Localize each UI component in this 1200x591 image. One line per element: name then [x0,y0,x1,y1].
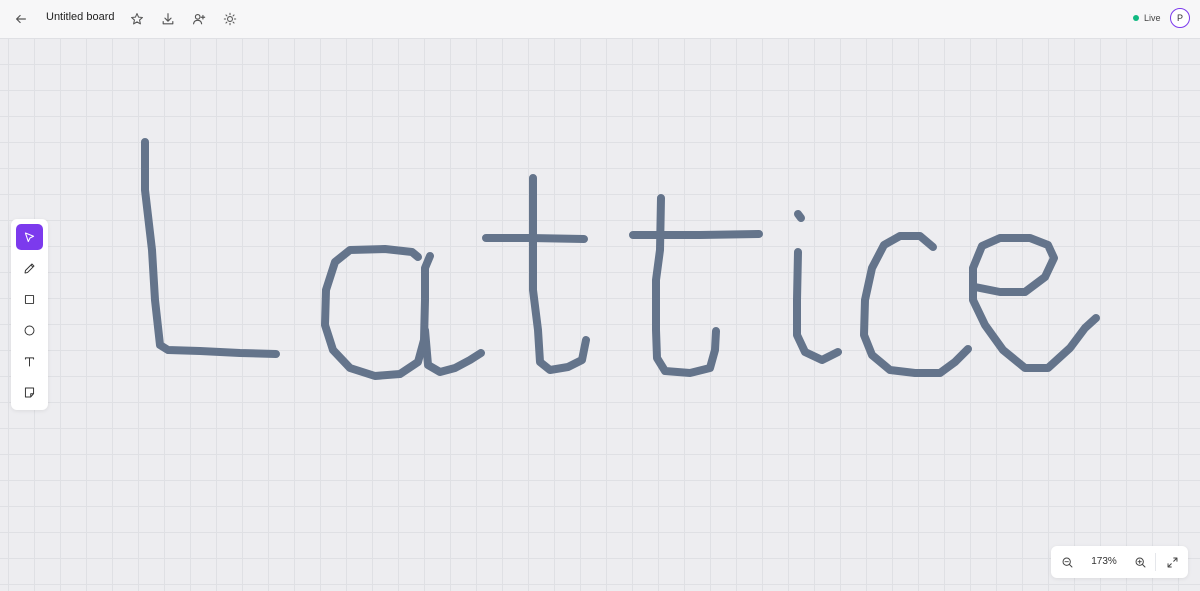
zoom-out-icon [1062,557,1072,567]
freehand-drawing[interactable] [0,0,1200,591]
fit-to-screen-button[interactable] [1163,553,1181,571]
board-title[interactable]: Untitled board [46,11,115,23]
square-icon [24,294,35,304]
stroke-letter-l [141,138,280,358]
favorite-button[interactable] [127,9,147,29]
download-button[interactable] [158,9,178,29]
theme-sun-icon [223,12,237,26]
back-button[interactable] [11,9,31,29]
theme-toggle-button[interactable] [220,9,240,29]
ellipse-tool-button[interactable] [16,317,43,343]
sticky-note-tool-button[interactable] [16,379,43,405]
star-icon [131,13,143,25]
stroke-letter-a-tail [421,326,485,376]
rectangle-tool-button[interactable] [16,286,43,312]
expand-icon [1167,557,1177,567]
add-user-icon [193,13,206,25]
zoom-out-button[interactable] [1058,553,1076,571]
stroke-letter-i-stem [793,248,842,364]
zoom-in-button[interactable] [1131,553,1149,571]
stroke-letter-e [969,234,1100,372]
whiteboard-canvas[interactable]: Untitled board Live P 173% [0,0,1200,591]
live-status-dot [1133,15,1139,21]
back-arrow-icon [16,14,26,24]
zoom-in-icon [1135,557,1145,567]
select-tool-button[interactable] [16,224,43,250]
user-avatar[interactable]: P [1170,8,1190,28]
stroke-letter-c [860,232,972,377]
circle-icon [24,325,35,335]
text-icon [24,356,35,366]
stroke-letter-t1-bar [482,234,588,243]
download-icon [162,13,174,25]
live-status: Live [1133,13,1161,23]
live-status-label: Live [1144,13,1161,23]
zoom-controls: 173% [1051,546,1188,578]
stroke-letter-i-dot [794,210,805,222]
zoom-divider [1155,553,1156,571]
note-icon [24,387,35,397]
share-button[interactable] [189,9,209,29]
text-tool-button[interactable] [16,348,43,374]
stroke-letter-t2-stem [652,194,720,377]
pen-tool-button[interactable] [16,255,43,281]
cursor-arrow-icon [24,232,35,242]
zoom-level-label[interactable]: 173% [1089,556,1119,567]
tool-palette [11,219,48,410]
stroke-letter-t1-stem [529,174,590,374]
stroke-letter-a-bowl [321,245,434,380]
stroke-letter-t2-bar [629,230,763,239]
pencil-icon [24,263,35,273]
top-bar: Untitled board Live P [0,0,1200,38]
